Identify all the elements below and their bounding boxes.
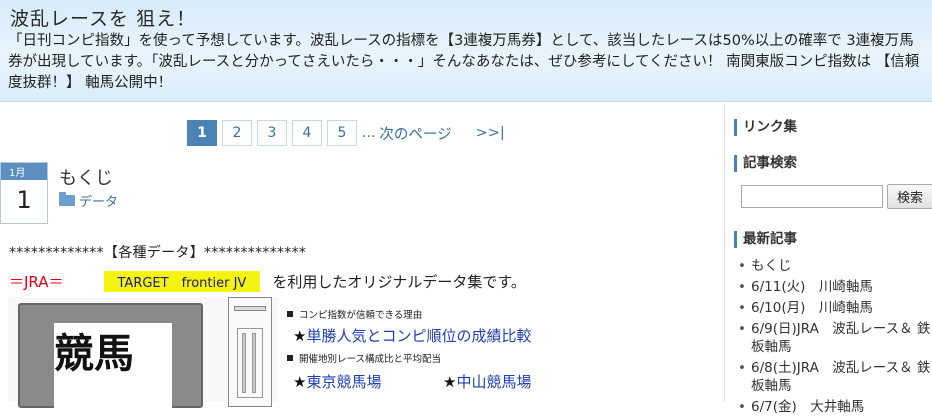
recent-post-item[interactable]: 6/10(月) 川崎軸馬 <box>738 299 932 317</box>
post-day: 1 <box>16 186 32 214</box>
link-nakayama-label[interactable]: 中山競馬場 <box>456 373 531 391</box>
search-button[interactable]: 検索 <box>887 184 932 209</box>
post-title[interactable]: もくじ <box>59 164 113 190</box>
square-bullet-icon <box>287 311 293 317</box>
post-category-label[interactable]: データ <box>79 191 118 210</box>
next-page-link[interactable]: 次のページ <box>379 123 451 144</box>
section-venue-composition: 開催地別レース構成比と平均配当 <box>287 351 441 365</box>
links-heading: リンク集 <box>734 119 797 136</box>
pagination: 1 2 3 4 5 ... 次のページ >>| <box>187 120 505 146</box>
star-icon: ★ <box>293 373 307 391</box>
link-popularity-compare-label[interactable]: 単勝人気とコンピ順位の成績比較 <box>306 327 531 345</box>
recent-post-item[interactable]: 6/9(日)JRA 波乱レース＆ 鉄板軸馬 <box>738 320 932 356</box>
data-section-header: *************【各種データ】************** <box>9 245 307 261</box>
square-bullet-icon <box>287 355 293 361</box>
last-page-link[interactable]: >>| <box>476 125 505 141</box>
recent-post-item[interactable]: 6/7(金) 大井軸馬 <box>738 398 932 416</box>
page-1-button[interactable]: 1 <box>187 120 217 146</box>
site-description: 「日刊コンピ指数」を使って予想しています。波乱レースの指標を【3連複万馬券】とし… <box>8 33 920 91</box>
sidebar: リンク集 記事検索 検索 最新記事 もくじ 6/11(火) 川崎軸馬 6/10(… <box>724 103 932 416</box>
main-content: 1 2 3 4 5 ... 次のページ >>| 1月 1 もくじ データ ***… <box>0 103 724 413</box>
page-2-button[interactable]: 2 <box>222 120 252 146</box>
post-month: 1月 <box>1 163 47 180</box>
section-venue-composition-label: 開催地別レース構成比と平均配当 <box>299 354 442 365</box>
post-date: 1月 1 <box>0 162 48 224</box>
section-compi-reason-label: コンピ指数が信頼できる理由 <box>299 310 423 321</box>
page-3-button[interactable]: 3 <box>257 120 287 146</box>
recent-posts-list: もくじ 6/11(火) 川崎軸馬 6/10(月) 川崎軸馬 6/9(日)JRA … <box>738 257 932 419</box>
site-header: 波乱レースを 狙え！ 「日刊コンピ指数」を使って予想しています。波乱レースの指標… <box>0 0 932 102</box>
recent-post-item[interactable]: 6/8(土)JRA 波乱レース＆ 鉄板軸馬 <box>738 359 932 395</box>
recent-posts-heading: 最新記事 <box>734 231 797 248</box>
recent-post-item[interactable]: 6/11(火) 川崎軸馬 <box>738 278 932 296</box>
link-tokyo-racecourse[interactable]: ★東京競馬場 <box>293 371 381 392</box>
link-tokyo-label[interactable]: 東京競馬場 <box>306 373 381 391</box>
keiba-kanji: 競馬 <box>54 330 134 377</box>
site-title[interactable]: 波乱レースを 狙え！ <box>10 4 196 31</box>
folder-icon <box>59 192 75 206</box>
jra-row: ＝JRA＝ TARGET frontier JV を利用したオリジナルデータ集で… <box>9 271 526 292</box>
post-category[interactable]: データ <box>59 191 118 210</box>
section-compi-reason: コンピ指数が信頼できる理由 <box>287 307 422 321</box>
target-frontier-label: TARGET frontier JV <box>103 271 261 292</box>
page-4-button[interactable]: 4 <box>292 120 322 146</box>
link-nakayama-racecourse[interactable]: ★中山競馬場 <box>443 371 531 392</box>
search-input[interactable] <box>741 185 883 208</box>
page-5-button[interactable]: 5 <box>327 120 357 146</box>
star-icon: ★ <box>293 327 307 345</box>
star-icon: ★ <box>443 373 457 391</box>
pagination-ellipsis: ... <box>362 125 376 141</box>
pc-tower-icon <box>228 297 272 407</box>
jra-description: を利用したオリジナルデータ集です。 <box>272 273 526 291</box>
link-popularity-compare[interactable]: ★単勝人気とコンピ順位の成績比較 <box>293 325 531 346</box>
recent-post-item[interactable]: もくじ <box>738 257 932 275</box>
computer-illustration: 競馬 <box>8 297 278 413</box>
jra-label: ＝JRA＝ <box>9 273 64 291</box>
search-heading: 記事検索 <box>734 155 797 172</box>
